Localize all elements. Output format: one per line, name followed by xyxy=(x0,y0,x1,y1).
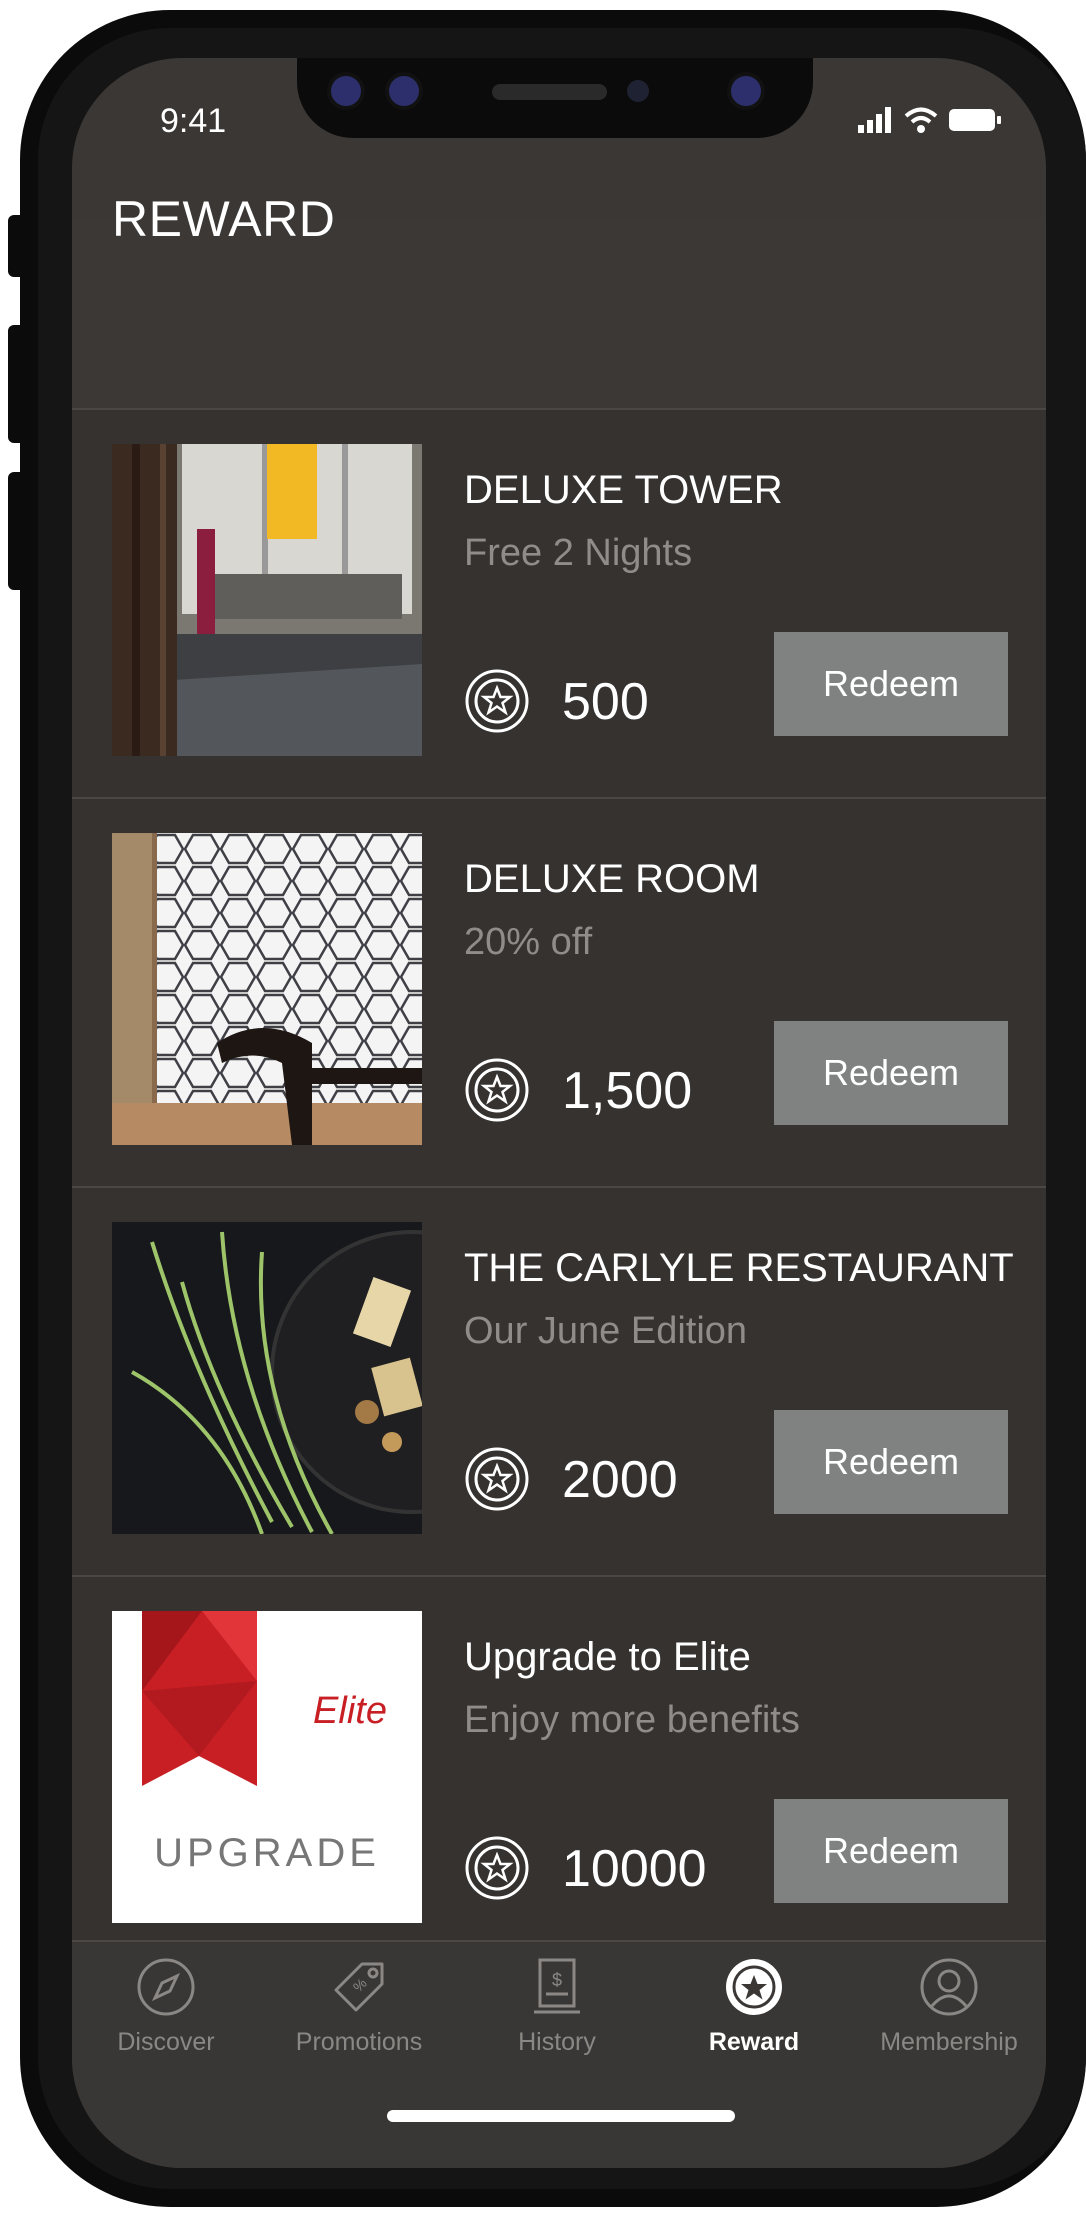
restaurant-dish-image xyxy=(112,1222,422,1534)
battery-icon xyxy=(949,109,1001,131)
reward-subtitle: 20% off xyxy=(464,921,593,963)
reward-card-deluxe-room: DELUXE ROOM 20% off 1,500 Redeem xyxy=(72,799,1046,1188)
points-coin-icon xyxy=(465,1058,529,1122)
tab-discover[interactable]: Discover xyxy=(72,1956,261,2057)
earpiece-speaker xyxy=(492,84,607,100)
reward-card-deluxe-tower: DELUXE TOWER Free 2 Nights 500 Redeem xyxy=(72,410,1046,799)
home-indicator[interactable] xyxy=(387,2110,735,2122)
reward-title: Upgrade to Elite xyxy=(464,1635,751,1679)
tab-label: Reward xyxy=(708,2028,800,2056)
tab-promotions[interactable]: % Promotions xyxy=(264,1956,454,2057)
receipt-icon: $ xyxy=(534,1958,580,2014)
svg-text:%: % xyxy=(350,1975,370,1995)
signal-icon xyxy=(858,107,891,133)
reward-card-upgrade-elite: Elite UPGRADE Upgrade to Elite Enjoy mor… xyxy=(72,1577,1046,1964)
face-id-sensor xyxy=(727,72,765,110)
reward-points: 2000 xyxy=(562,1451,678,1509)
reward-image: Elite UPGRADE xyxy=(112,1611,422,1923)
reward-subtitle: Free 2 Nights xyxy=(464,532,693,574)
elite-text: Elite xyxy=(313,1690,387,1732)
reward-title: THE CARLYLE RESTAURANT xyxy=(464,1246,1014,1290)
tab-label: Promotions xyxy=(295,2028,423,2056)
tab-reward[interactable]: Reward xyxy=(659,1956,849,2057)
tab-label: Discover xyxy=(117,2028,215,2056)
status-time: 9:41 xyxy=(160,102,227,140)
hotel-lobby-image xyxy=(112,444,422,756)
user-icon xyxy=(920,1958,978,2016)
reward-card-carlyle-restaurant: THE CARLYLE RESTAURANT Our June Edition … xyxy=(72,1188,1046,1577)
volume-down-button xyxy=(8,472,26,590)
reward-subtitle: Our June Edition xyxy=(464,1310,748,1352)
tab-membership[interactable]: Membership xyxy=(854,1956,1044,2057)
upgrade-elite-image: Elite UPGRADE xyxy=(112,1611,422,1923)
wifi-icon xyxy=(904,107,938,133)
reward-points: 500 xyxy=(562,673,649,731)
reward-image xyxy=(112,1222,422,1534)
status-icons xyxy=(858,104,1002,136)
app-screen: REWARD 9:41 DELUXE TOWER Free 2 Nights 5… xyxy=(72,58,1046,2168)
tab-label: Membership xyxy=(880,2028,1018,2056)
reward-points: 10000 xyxy=(562,1840,707,1898)
reward-list: DELUXE TOWER Free 2 Nights 500 Redeem DE… xyxy=(72,410,1046,1964)
redeem-button[interactable]: Redeem xyxy=(774,632,1008,736)
reward-title: DELUXE ROOM xyxy=(464,857,760,901)
reward-points: 1,500 xyxy=(562,1062,693,1120)
tab-history[interactable]: $ History xyxy=(462,1956,652,2057)
volume-up-button xyxy=(8,325,26,443)
redeem-button[interactable]: Redeem xyxy=(774,1021,1008,1125)
tag-icon: % xyxy=(334,1962,384,2012)
front-camera-left xyxy=(327,72,365,110)
mute-switch xyxy=(8,215,26,277)
front-camera-right xyxy=(385,72,423,110)
room-lattice-image xyxy=(112,833,422,1145)
redeem-button[interactable]: Redeem xyxy=(774,1410,1008,1514)
bottom-tab-bar: Discover % Promotions $ History Reward M… xyxy=(72,1940,1046,2168)
reward-subtitle: Enjoy more benefits xyxy=(464,1699,800,1741)
points-coin-icon xyxy=(465,1836,529,1900)
points-coin-icon xyxy=(465,1447,529,1511)
notch xyxy=(297,58,813,138)
page-title: REWARD xyxy=(112,191,336,247)
upgrade-text: UPGRADE xyxy=(154,1831,380,1875)
reward-title: DELUXE TOWER xyxy=(464,468,783,512)
tab-label: History xyxy=(518,2028,596,2056)
reward-image xyxy=(112,444,422,756)
reward-star-icon xyxy=(726,1959,782,2015)
redeem-button[interactable]: Redeem xyxy=(774,1799,1008,1903)
svg-text:$: $ xyxy=(552,1970,562,1990)
compass-icon xyxy=(137,1958,195,2016)
reward-image xyxy=(112,833,422,1145)
proximity-sensor xyxy=(627,80,649,102)
points-coin-icon xyxy=(465,669,529,733)
